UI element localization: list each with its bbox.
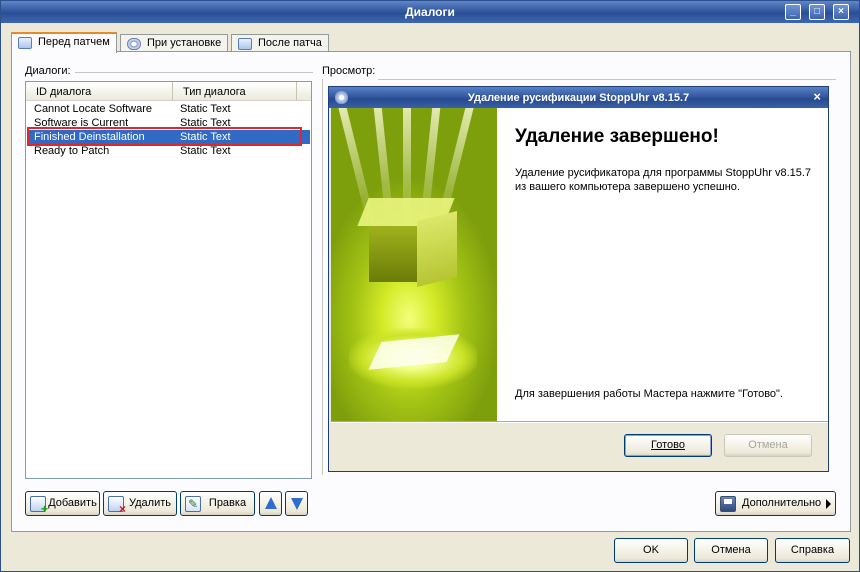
tab-after-patch[interactable]: После патча bbox=[231, 34, 329, 52]
list-item[interactable]: Cannot Locate Software Static Text bbox=[27, 102, 310, 116]
dialog-id: Cannot Locate Software bbox=[34, 103, 153, 115]
edit-icon bbox=[185, 496, 201, 512]
dialog-id: Ready to Patch bbox=[34, 145, 110, 157]
tab-label: При установке bbox=[147, 37, 222, 49]
minimize-button[interactable]: _ bbox=[785, 4, 801, 20]
more-button[interactable]: Дополнительно bbox=[715, 491, 836, 516]
preview-separator bbox=[378, 79, 836, 80]
preview-divider bbox=[331, 421, 828, 423]
list-header: ID диалога Тип диалога bbox=[26, 82, 311, 101]
dialog-type: Static Text bbox=[180, 145, 231, 157]
move-up-button[interactable] bbox=[259, 491, 282, 516]
window-title: Диалоги bbox=[405, 5, 455, 19]
preview-finish-button: Готово bbox=[624, 434, 712, 457]
preview-heading: Удаление завершено! bbox=[515, 126, 719, 147]
maximize-button[interactable]: □ bbox=[809, 4, 825, 20]
selection-highlight-box bbox=[27, 127, 302, 146]
install-gear-icon bbox=[127, 38, 141, 50]
add-dialog-icon bbox=[30, 496, 48, 515]
dialog-window-icon bbox=[238, 38, 252, 50]
ok-button[interactable]: OK bbox=[614, 538, 688, 563]
cancel-button[interactable]: Отмена bbox=[694, 538, 768, 563]
wizard-cube-graphic bbox=[331, 108, 497, 421]
dialogs-separator bbox=[75, 72, 313, 73]
list-item[interactable]: Ready to Patch Static Text bbox=[27, 144, 310, 158]
arrow-down-icon bbox=[291, 498, 303, 510]
preview-dialog-title: Удаление русификации StoppUhr v8.15.7 bbox=[467, 92, 690, 104]
edit-button-label: Правка bbox=[208, 497, 247, 509]
help-button[interactable]: Справка bbox=[775, 538, 850, 563]
dialogs-label: Диалоги: bbox=[25, 65, 71, 77]
preview-footer-text: Для завершения работы Мастера нажмите "Г… bbox=[515, 388, 783, 400]
preview-label: Просмотр: bbox=[322, 65, 376, 77]
save-disk-icon bbox=[720, 496, 736, 512]
preview-frame-left bbox=[322, 79, 323, 475]
move-down-button[interactable] bbox=[285, 491, 308, 516]
preview-body: Удаление завершено! Удаление русификатор… bbox=[331, 108, 828, 421]
title-bar[interactable]: Диалоги _ □ × bbox=[1, 1, 859, 23]
dialog-preview: Удаление русификации StoppUhr v8.15.7 × … bbox=[328, 86, 829, 472]
delete-button-label: Удалить bbox=[129, 497, 171, 509]
add-button-label: Добавить bbox=[48, 497, 97, 509]
tab-during-install[interactable]: При установке bbox=[120, 34, 229, 52]
more-button-label: Дополнительно bbox=[742, 497, 822, 509]
close-button[interactable]: × bbox=[833, 4, 849, 20]
preview-title-bar: Удаление русификации StoppUhr v8.15.7 × bbox=[329, 87, 828, 108]
preview-close-icon: × bbox=[813, 89, 821, 104]
add-button[interactable]: Добавить bbox=[25, 491, 100, 516]
tab-label: Перед патчем bbox=[38, 36, 110, 48]
arrow-up-icon bbox=[265, 497, 277, 509]
edit-button[interactable]: Правка bbox=[180, 491, 255, 516]
tab-label: После патча bbox=[258, 37, 322, 49]
dialog-window-icon bbox=[18, 37, 32, 49]
preview-body-text: Удаление русификатора для программы Stop… bbox=[515, 167, 812, 193]
delete-dialog-icon bbox=[108, 496, 126, 515]
delete-button[interactable]: Удалить bbox=[103, 491, 177, 516]
column-header-id[interactable]: ID диалога bbox=[26, 82, 173, 101]
dialog-type: Static Text bbox=[180, 103, 231, 115]
preview-cancel-button: Отмена bbox=[724, 434, 812, 457]
dialogs-window: Диалоги _ □ × Перед патчем При установке… bbox=[0, 0, 860, 572]
chevron-right-icon bbox=[826, 499, 831, 509]
column-header-type[interactable]: Тип диалога bbox=[173, 82, 297, 101]
tab-before-patch[interactable]: Перед патчем bbox=[11, 32, 117, 53]
